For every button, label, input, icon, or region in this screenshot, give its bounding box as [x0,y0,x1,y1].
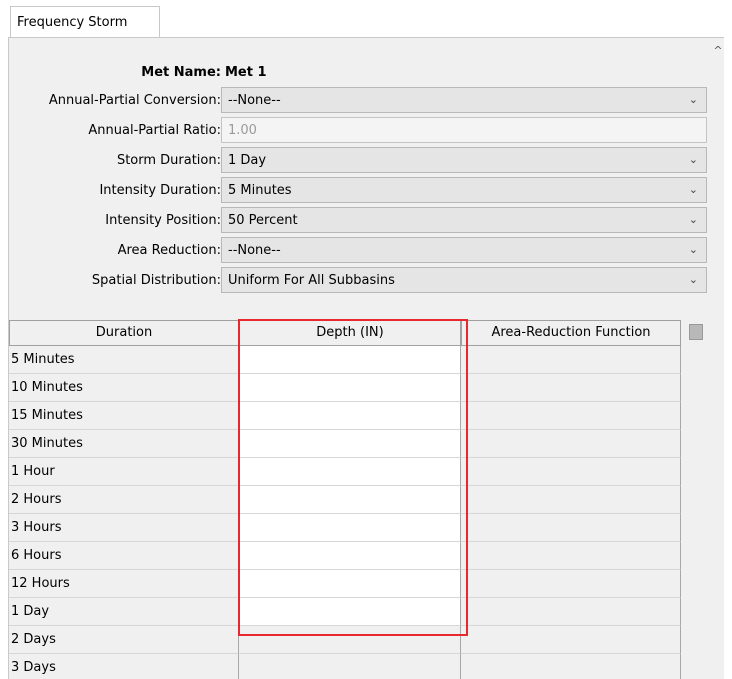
spatial-distribution-label: Spatial Distribution: [91,273,221,288]
scroll-up-arrow-icon[interactable]: ^ [713,45,723,56]
depth-cell[interactable] [239,598,461,626]
area-reduction-cell [461,346,681,374]
spatial-distribution-value: Uniform For All Subbasins [228,273,395,288]
area-reduction-value: --None-- [228,243,281,258]
table-row: 2 Days [9,626,681,654]
depth-cell[interactable] [239,458,461,486]
table-row: 12 Hours [9,570,681,598]
chevron-down-icon: ⌄ [688,213,698,226]
duration-cell: 6 Hours [9,542,239,570]
column-header-duration[interactable]: Duration [9,320,239,346]
area-reduction-cell [461,374,681,402]
duration-cell: 3 Days [9,654,239,679]
table-row: 30 Minutes [9,430,681,458]
spatial-distribution-select[interactable]: Uniform For All Subbasins ⌄ [221,267,707,293]
area-reduction-cell [461,430,681,458]
depth-cell[interactable] [239,430,461,458]
table-row: 3 Hours [9,514,681,542]
chevron-down-icon: ⌄ [688,93,698,106]
table-row: 5 Minutes [9,346,681,374]
duration-cell: 5 Minutes [9,346,239,374]
intensity-position-value: 50 Percent [228,213,298,228]
duration-cell: 1 Day [9,598,239,626]
column-header-depth[interactable]: Depth (IN) [239,320,461,346]
tab-bar: Frequency Storm [0,0,732,38]
area-reduction-cell [461,542,681,570]
met-name-value: Met 1 [225,65,267,80]
area-reduction-label: Area Reduction: [117,243,221,258]
intensity-duration-select[interactable]: 5 Minutes ⌄ [221,177,707,203]
annual-partial-conversion-value: --None-- [228,93,281,108]
intensity-position-select[interactable]: 50 Percent ⌄ [221,207,707,233]
duration-cell: 2 Hours [9,486,239,514]
depth-cell[interactable] [239,486,461,514]
tab-label: Frequency Storm [17,15,128,30]
spatial-distribution-row: Spatial Distribution: Uniform For All Su… [9,266,713,294]
intensity-position-row: Intensity Position: 50 Percent ⌄ [9,206,713,234]
annual-partial-ratio-field[interactable]: 1.00 [221,117,707,143]
chevron-down-icon: ⌄ [688,153,698,166]
column-header-area-reduction-function[interactable]: Area-Reduction Function [461,320,681,346]
duration-cell: 30 Minutes [9,430,239,458]
tab-frequency-storm[interactable]: Frequency Storm [10,6,160,38]
duration-cell: 3 Hours [9,514,239,542]
table-row: 1 Hour [9,458,681,486]
table-row: 15 Minutes [9,402,681,430]
depth-cell[interactable] [239,346,461,374]
duration-cell: 2 Days [9,626,239,654]
depth-cell [239,654,461,679]
area-reduction-cell [461,626,681,654]
storm-duration-label: Storm Duration: [116,153,221,168]
depth-cell[interactable] [239,542,461,570]
annual-partial-conversion-label: Annual-Partial Conversion: [48,93,221,108]
area-reduction-cell [461,458,681,486]
intensity-duration-value: 5 Minutes [228,183,292,198]
met-name-label: Met Name: [141,65,221,80]
table-row: 1 Day [9,598,681,626]
depth-cell[interactable] [239,402,461,430]
area-reduction-cell [461,598,681,626]
annual-partial-conversion-row: Annual-Partial Conversion: --None-- ⌄ [9,86,713,114]
chevron-down-icon: ⌄ [688,243,698,256]
table-header: Duration Depth (IN) Area-Reduction Funct… [9,320,707,346]
area-reduction-select[interactable]: --None-- ⌄ [221,237,707,263]
chevron-down-icon: ⌄ [688,273,698,286]
area-reduction-cell [461,486,681,514]
storm-duration-value: 1 Day [228,153,267,168]
chevron-down-icon: ⌄ [688,183,698,196]
depth-cell [239,626,461,654]
duration-cell: 1 Hour [9,458,239,486]
area-reduction-cell [461,402,681,430]
depth-cell[interactable] [239,514,461,542]
area-reduction-row: Area Reduction: --None-- ⌄ [9,236,713,264]
storm-duration-select[interactable]: 1 Day ⌄ [221,147,707,173]
depth-cell[interactable] [239,374,461,402]
table-corner-icon[interactable] [689,324,703,340]
intensity-duration-row: Intensity Duration: 5 Minutes ⌄ [9,176,713,204]
table-row: 2 Hours [9,486,681,514]
intensity-position-label: Intensity Position: [105,213,221,228]
frequency-storm-panel: Met Name: Met 1 Annual-Partial Conversio… [8,37,724,679]
storm-duration-row: Storm Duration: 1 Day ⌄ [9,146,713,174]
duration-cell: 15 Minutes [9,402,239,430]
table-row: 6 Hours [9,542,681,570]
depth-cell[interactable] [239,570,461,598]
duration-cell: 10 Minutes [9,374,239,402]
duration-cell: 12 Hours [9,570,239,598]
vertical-scrollbar[interactable]: ^ [712,38,724,679]
met-name-row: Met Name: Met 1 [9,58,713,86]
area-reduction-cell [461,570,681,598]
annual-partial-ratio-label: Annual-Partial Ratio: [88,123,221,138]
area-reduction-cell [461,514,681,542]
intensity-duration-label: Intensity Duration: [99,183,221,198]
annual-partial-ratio-row: Annual-Partial Ratio: 1.00 [9,116,713,144]
area-reduction-cell [461,654,681,679]
table-row: 10 Minutes [9,374,681,402]
annual-partial-conversion-select[interactable]: --None-- ⌄ [221,87,707,113]
table-row: 3 Days [9,654,681,679]
annual-partial-ratio-value: 1.00 [228,123,257,138]
